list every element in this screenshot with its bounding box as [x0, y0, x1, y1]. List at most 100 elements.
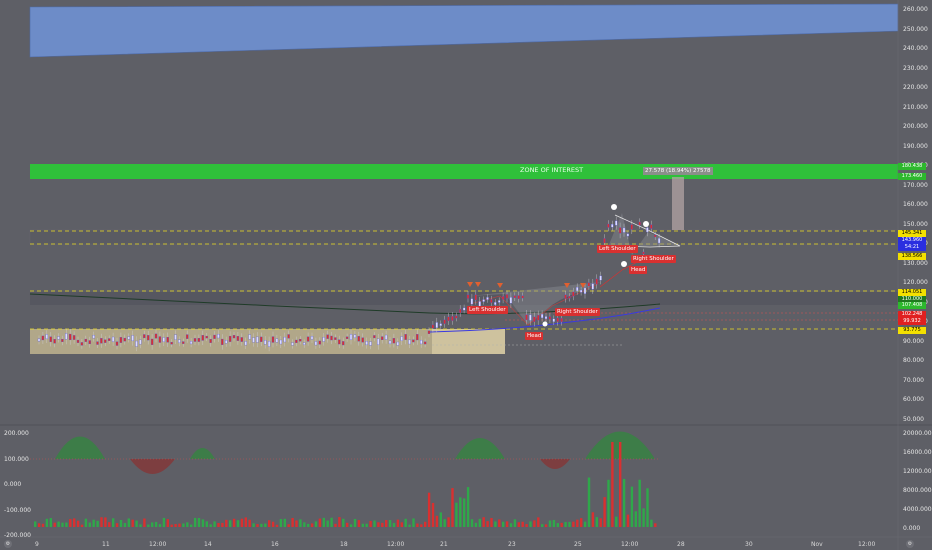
candle-body — [37, 338, 41, 342]
candle-body — [127, 336, 130, 340]
candle-body — [252, 337, 255, 343]
volume-bar — [611, 442, 614, 527]
volume-bar — [193, 517, 197, 527]
measure-label: 27.578 (18.94%) 27578 — [643, 167, 713, 175]
volume-bar — [310, 523, 314, 527]
candle-body — [599, 275, 602, 281]
volume-bar — [349, 524, 353, 527]
volume-bar — [470, 519, 474, 527]
volume-bar — [587, 477, 591, 527]
volume-bar — [279, 519, 283, 527]
volume-bar — [607, 479, 610, 527]
volume-bar — [490, 518, 493, 527]
volume-bar — [221, 522, 224, 527]
candle-body — [178, 339, 181, 343]
candle-body — [349, 334, 353, 340]
candle-body — [186, 334, 189, 339]
candle-body — [299, 339, 302, 342]
right-shoulder-tag: Right Shoulder — [631, 255, 676, 263]
volume-bar — [69, 519, 72, 527]
candle-body — [443, 319, 446, 324]
volume-bar — [275, 524, 279, 527]
settings-icon[interactable]: ⚙ — [906, 540, 914, 548]
volume-bar — [513, 519, 517, 527]
candle-body — [618, 227, 622, 234]
candle-body — [462, 307, 466, 311]
volume-bar — [654, 523, 657, 527]
candle-body — [654, 234, 657, 238]
candle-body — [548, 316, 552, 320]
volume-bar — [580, 518, 583, 527]
candle-body — [591, 283, 594, 290]
volume-bar — [381, 522, 384, 527]
volume-bar — [268, 520, 271, 527]
volume-bar — [213, 521, 216, 527]
head-tag: Head — [525, 332, 544, 340]
volume-bar — [365, 523, 368, 527]
price-badge: 99.932 — [898, 318, 926, 325]
volume-bar — [256, 524, 259, 527]
candle-body — [150, 338, 154, 345]
volume-bar — [591, 512, 595, 527]
candle-body — [228, 335, 232, 342]
candle-body — [267, 341, 271, 347]
candle-body — [431, 324, 435, 329]
volume-bar — [650, 519, 653, 527]
candle-body — [373, 335, 376, 339]
time-tick-label: 18 — [340, 541, 348, 548]
volume-bar — [217, 523, 220, 527]
candle-body — [568, 296, 571, 299]
candle-body — [248, 334, 251, 340]
volume-bar — [100, 517, 103, 527]
candle-body — [287, 334, 290, 339]
volume-bar — [455, 502, 458, 527]
price-tick-label: 200.000 — [903, 123, 928, 130]
volume-bar — [57, 521, 60, 527]
volume-bar — [595, 517, 598, 527]
candle-body — [513, 295, 516, 299]
range-box-right[interactable] — [432, 329, 505, 354]
price-badge: 173.460 — [898, 173, 926, 180]
volume-bar — [170, 524, 173, 527]
volume-bar — [626, 514, 630, 527]
volume-bar — [357, 520, 361, 527]
candle-body — [158, 336, 162, 343]
price-tick-label: 50.000 — [903, 415, 924, 423]
price-tick-label: 90.000 — [903, 337, 924, 345]
volume-bar — [209, 524, 212, 527]
measure-box[interactable] — [672, 177, 684, 230]
volume-bar — [494, 521, 497, 527]
candle-body — [232, 335, 236, 339]
candle-body — [84, 338, 87, 342]
price-tick-label: 260.000 — [903, 6, 928, 13]
price-badge: 138.566 — [898, 253, 926, 260]
candle-body — [533, 316, 536, 323]
trading-chart[interactable] — [0, 0, 932, 550]
candle-body — [197, 338, 201, 342]
candle-body — [61, 338, 64, 342]
marker-dot — [611, 204, 617, 210]
settings-icon[interactable]: ⚙ — [4, 540, 12, 548]
volume-bar — [84, 518, 88, 527]
volume-bar — [318, 518, 322, 527]
candle-body — [615, 220, 618, 226]
candle-body — [225, 340, 228, 344]
volume-bar — [45, 518, 49, 527]
volume-bar — [388, 520, 392, 527]
support-band — [30, 292, 898, 305]
time-tick-label: 14 — [204, 541, 212, 548]
volume-tick-label: 20000.000 — [903, 430, 932, 437]
candle-body — [646, 227, 649, 233]
volume-bar — [615, 516, 618, 527]
volume-bar — [451, 488, 454, 527]
zone-of-interest[interactable] — [30, 164, 898, 179]
volume-bar — [568, 521, 571, 527]
candle-body — [560, 318, 563, 323]
candle-body — [221, 338, 224, 345]
volume-bar — [369, 520, 372, 527]
volume-bar — [240, 518, 244, 527]
candle-body — [345, 336, 349, 339]
volume-bar — [443, 519, 446, 527]
volume-bar — [463, 498, 466, 527]
volume-bar — [287, 524, 290, 527]
